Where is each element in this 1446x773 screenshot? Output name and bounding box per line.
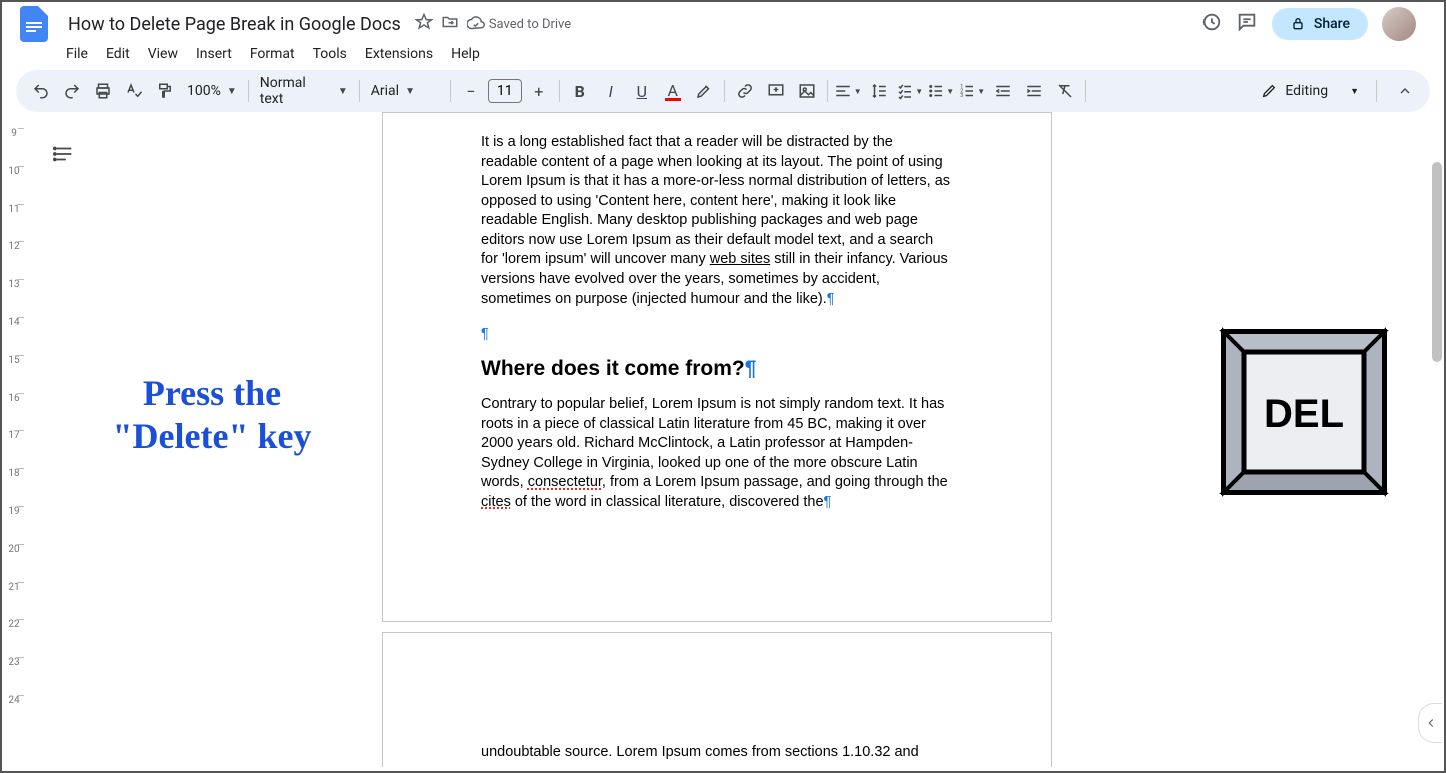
menu-extensions[interactable]: Extensions [357, 42, 441, 66]
checklist-icon[interactable]: ▼ [895, 76, 925, 106]
font-size-input[interactable]: 11 [488, 79, 522, 103]
styles-select[interactable]: Normal text▼ [254, 75, 354, 107]
pilcrow-icon: ¶ [481, 326, 489, 342]
paragraph[interactable]: Contrary to popular belief, Lorem Ipsum … [481, 395, 953, 512]
svg-text:3: 3 [961, 93, 964, 99]
page-2[interactable]: undoubtable source. Lorem Ipsum comes fr… [382, 632, 1052, 767]
font-size-increase[interactable]: + [524, 76, 554, 106]
font-select[interactable]: Arial▼ [365, 83, 445, 99]
menu-tools[interactable]: Tools [305, 42, 355, 66]
ruler-vertical[interactable]: 9101112131415161718192021222324 [2, 128, 26, 767]
indent-increase-icon[interactable] [1019, 76, 1049, 106]
pilcrow-icon: ¶ [745, 357, 757, 380]
paragraph[interactable]: undoubtable source. Lorem Ipsum comes fr… [481, 743, 953, 763]
history-icon[interactable] [1200, 11, 1222, 37]
font-size-decrease[interactable]: − [456, 76, 486, 106]
mode-select[interactable]: Editing ▼ [1249, 77, 1371, 105]
page-1[interactable]: It is a long established fact that a rea… [382, 112, 1052, 622]
menu-view[interactable]: View [140, 42, 186, 66]
heading[interactable]: Where does it come from?¶ [481, 355, 953, 383]
numbered-list-icon[interactable]: 123▼ [957, 76, 987, 106]
insert-image-icon[interactable] [792, 76, 822, 106]
docs-logo[interactable] [14, 4, 54, 44]
menu-edit[interactable]: Edit [98, 42, 138, 66]
print-icon[interactable] [88, 76, 118, 106]
move-icon[interactable] [441, 13, 459, 35]
annotation-text: Press the "Delete" key [82, 372, 342, 458]
menubar: File Edit View Insert Format Tools Exten… [2, 42, 1444, 70]
empty-paragraph[interactable]: ¶ [481, 325, 953, 345]
redo-icon[interactable] [57, 76, 87, 106]
toolbar: 100%▼ Normal text▼ Arial▼ − 11 + B I U A… [16, 70, 1430, 112]
doc-title[interactable]: How to Delete Page Break in Google Docs [62, 12, 407, 37]
saved-status: Saved to Drive [467, 15, 571, 33]
underline-icon[interactable]: U [627, 76, 657, 106]
indent-decrease-icon[interactable] [988, 76, 1018, 106]
insert-link-icon[interactable] [730, 76, 760, 106]
add-comment-icon[interactable] [761, 76, 791, 106]
share-button[interactable]: Share [1272, 8, 1368, 40]
align-icon[interactable]: ▼ [833, 76, 863, 106]
menu-file[interactable]: File [58, 42, 96, 66]
show-sidepanel-icon[interactable] [1418, 703, 1442, 743]
undo-icon[interactable] [26, 76, 56, 106]
svg-text:DEL: DEL [1264, 392, 1344, 436]
menu-insert[interactable]: Insert [188, 42, 240, 66]
bold-icon[interactable]: B [565, 76, 595, 106]
collapse-toolbar-icon[interactable] [1390, 76, 1420, 106]
text-color-icon[interactable]: A [658, 76, 688, 106]
menu-help[interactable]: Help [443, 42, 488, 66]
paint-format-icon[interactable] [150, 76, 180, 106]
outline-toggle-icon[interactable] [46, 136, 82, 172]
bulleted-list-icon[interactable]: ▼ [926, 76, 956, 106]
comments-icon[interactable] [1236, 11, 1258, 37]
star-icon[interactable] [415, 13, 433, 35]
delete-key-illustration: DEL [1214, 322, 1394, 502]
pilcrow-icon: ¶ [827, 291, 835, 307]
clear-format-icon[interactable] [1050, 76, 1080, 106]
paragraph[interactable]: It is a long established fact that a rea… [481, 133, 953, 309]
line-spacing-icon[interactable] [864, 76, 894, 106]
vertical-scrollbar[interactable] [1430, 112, 1442, 767]
document-canvas[interactable]: It is a long established fact that a rea… [382, 112, 1052, 767]
menu-format[interactable]: Format [242, 42, 303, 66]
italic-icon[interactable]: I [596, 76, 626, 106]
highlight-icon[interactable] [689, 76, 719, 106]
spellcheck-icon[interactable] [119, 76, 149, 106]
zoom-select[interactable]: 100%▼ [181, 83, 243, 99]
avatar[interactable] [1382, 7, 1416, 41]
pilcrow-icon: ¶ [824, 494, 832, 510]
